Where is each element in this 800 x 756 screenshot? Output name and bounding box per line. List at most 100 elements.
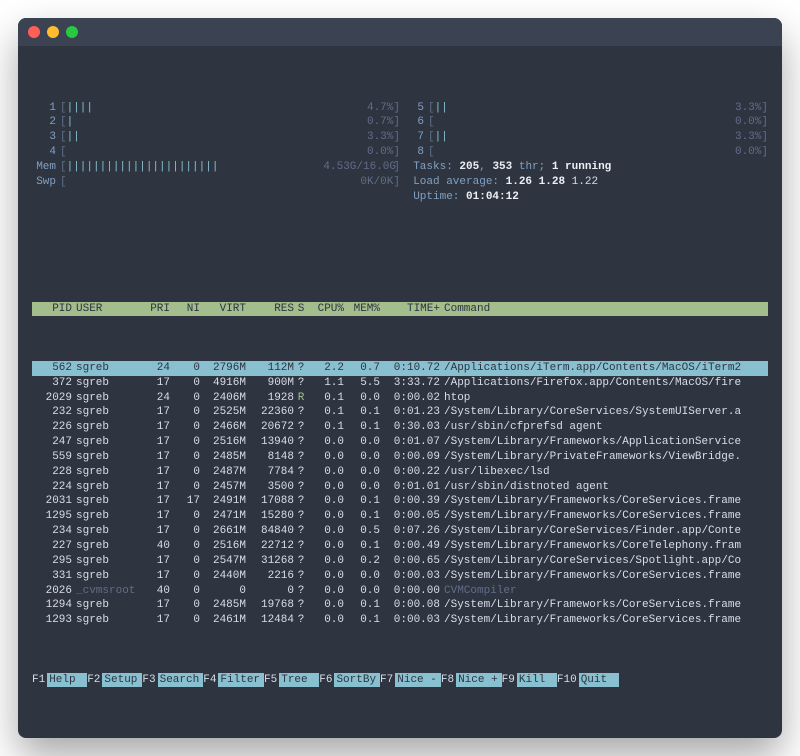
cell-user: sgreb [76, 509, 140, 524]
cell-pri: 17 [140, 420, 170, 435]
cell-mem: 0.1 [344, 598, 380, 613]
cell-state: ? [294, 494, 308, 509]
fkey-f10[interactable]: F10 Quit [557, 673, 619, 688]
process-row[interactable]: 1294 sgreb 17 0 2485M 19768 ? 0.0 0.1 0:… [32, 598, 768, 613]
process-row[interactable]: 2029 sgreb 24 0 2406M 1928 R 0.1 0.0 0:0… [32, 391, 768, 406]
cell-time: 0:00.09 [380, 450, 444, 465]
cell-pid: 559 [36, 450, 76, 465]
cell-state: ? [294, 405, 308, 420]
cell-pid: 247 [36, 435, 76, 450]
meter-row: 3 [ || 3.3% ] [32, 130, 400, 145]
cell-virt: 2516M [200, 435, 246, 450]
cell-pri: 17 [140, 598, 170, 613]
cell-pri: 17 [140, 376, 170, 391]
process-row[interactable]: 224 sgreb 17 0 2457M 3500 ? 0.0 0.0 0:01… [32, 480, 768, 495]
minimize-icon[interactable] [47, 26, 59, 38]
cell-user: sgreb [76, 361, 140, 376]
meter-row: 6 [ 0.0% ] [400, 115, 768, 130]
meter-label: 8 [400, 145, 428, 160]
process-row[interactable]: 234 sgreb 17 0 2661M 84840 ? 0.0 0.5 0:0… [32, 524, 768, 539]
cell-command: /System/Library/Frameworks/CoreServices.… [444, 613, 768, 628]
meter-label: 7 [400, 130, 428, 145]
fkey-f1[interactable]: F1 Help [32, 673, 87, 688]
cell-ni: 0 [170, 613, 200, 628]
process-row[interactable]: 562 sgreb 24 0 2796M 112M ? 2.2 0.7 0:10… [32, 361, 768, 376]
col-user[interactable]: USER [76, 302, 140, 317]
cell-user: _cvmsroot [76, 584, 140, 599]
zoom-icon[interactable] [66, 26, 78, 38]
fkey-label: Search [158, 673, 204, 688]
fkey-f5[interactable]: F5 Tree [264, 673, 319, 688]
fkey-f6[interactable]: F6 SortBy [319, 673, 380, 688]
cell-pri: 24 [140, 391, 170, 406]
cell-cpu: 0.0 [308, 494, 344, 509]
process-table-header[interactable]: PID USER PRI NI VIRT RES S CPU% MEM% TIM… [32, 302, 768, 317]
process-row[interactable]: 228 sgreb 17 0 2487M 7784 ? 0.0 0.0 0:00… [32, 465, 768, 480]
fkey-f9[interactable]: F9 Kill [502, 673, 557, 688]
meter-label: Mem [32, 160, 60, 175]
cell-res: 13940 [246, 435, 294, 450]
cell-pri: 17 [140, 494, 170, 509]
col-res[interactable]: RES [246, 302, 294, 317]
process-table-body[interactable]: 562 sgreb 24 0 2796M 112M ? 2.2 0.7 0:10… [32, 361, 768, 628]
col-pri[interactable]: PRI [140, 302, 170, 317]
cell-state: ? [294, 584, 308, 599]
terminal-window: 1 [ |||| 4.7% ] 2 [ | 0.7% ] 3 [ || 3.3%… [18, 18, 782, 738]
process-row[interactable]: 247 sgreb 17 0 2516M 13940 ? 0.0 0.0 0:0… [32, 435, 768, 450]
process-row[interactable]: 559 sgreb 17 0 2485M 8148 ? 0.0 0.0 0:00… [32, 450, 768, 465]
col-cpu[interactable]: CPU% [308, 302, 344, 317]
cell-ni: 0 [170, 450, 200, 465]
process-row[interactable]: 331 sgreb 17 0 2440M 2216 ? 0.0 0.0 0:00… [32, 569, 768, 584]
cell-cpu: 0.0 [308, 539, 344, 554]
process-row[interactable]: 1295 sgreb 17 0 2471M 15280 ? 0.0 0.1 0:… [32, 509, 768, 524]
cell-ni: 0 [170, 465, 200, 480]
fkey-label: Nice + [456, 673, 502, 688]
fkey-f2[interactable]: F2 Setup [87, 673, 142, 688]
process-row[interactable]: 232 sgreb 17 0 2525M 22360 ? 0.1 0.1 0:0… [32, 405, 768, 420]
cell-command: /usr/sbin/cfprefsd agent [444, 420, 768, 435]
cell-state: ? [294, 509, 308, 524]
fkey-f4[interactable]: F4 Filter [203, 673, 264, 688]
col-time[interactable]: TIME+ [380, 302, 444, 317]
cell-virt: 2457M [200, 480, 246, 495]
fkey-f7[interactable]: F7 Nice - [380, 673, 441, 688]
col-virt[interactable]: VIRT [200, 302, 246, 317]
cell-state: ? [294, 554, 308, 569]
cell-user: sgreb [76, 376, 140, 391]
process-row[interactable]: 227 sgreb 40 0 2516M 22712 ? 0.0 0.1 0:0… [32, 539, 768, 554]
col-cmd[interactable]: Command [444, 302, 768, 317]
fkey-f8[interactable]: F8 Nice + [441, 673, 502, 688]
titlebar[interactable] [18, 18, 782, 46]
cell-virt: 2491M [200, 494, 246, 509]
cell-pri: 40 [140, 584, 170, 599]
process-row[interactable]: 295 sgreb 17 0 2547M 31268 ? 0.0 0.2 0:0… [32, 554, 768, 569]
cell-virt: 2461M [200, 613, 246, 628]
col-ni[interactable]: NI [170, 302, 200, 317]
meter-label: 1 [32, 101, 60, 116]
cell-mem: 0.5 [344, 524, 380, 539]
process-row[interactable]: 1293 sgreb 17 0 2461M 12484 ? 0.0 0.1 0:… [32, 613, 768, 628]
cell-virt: 0 [200, 584, 246, 599]
col-s[interactable]: S [294, 302, 308, 317]
meter-row: 7 [ || 3.3% ] [400, 130, 768, 145]
col-mem[interactable]: MEM% [344, 302, 380, 317]
cell-pid: 1294 [36, 598, 76, 613]
cell-virt: 2547M [200, 554, 246, 569]
col-pid[interactable]: PID [36, 302, 76, 317]
cell-res: 22712 [246, 539, 294, 554]
cell-res: 12484 [246, 613, 294, 628]
process-row[interactable]: 2026 _cvmsroot 40 0 0 0 ? 0.0 0.0 0:00.0… [32, 584, 768, 599]
cell-virt: 2466M [200, 420, 246, 435]
meter-label: 3 [32, 130, 60, 145]
cell-mem: 0.1 [344, 420, 380, 435]
process-row[interactable]: 372 sgreb 17 0 4916M 900M ? 1.1 5.5 3:33… [32, 376, 768, 391]
cell-ni: 0 [170, 391, 200, 406]
cell-res: 0 [246, 584, 294, 599]
process-row[interactable]: 2031 sgreb 17 17 2491M 17088 ? 0.0 0.1 0… [32, 494, 768, 509]
cell-res: 19768 [246, 598, 294, 613]
close-icon[interactable] [28, 26, 40, 38]
cell-command: /System/Library/Frameworks/ApplicationSe… [444, 435, 768, 450]
fkey-f3[interactable]: F3 Search [142, 673, 203, 688]
process-row[interactable]: 226 sgreb 17 0 2466M 20672 ? 0.1 0.1 0:3… [32, 420, 768, 435]
cell-pid: 372 [36, 376, 76, 391]
